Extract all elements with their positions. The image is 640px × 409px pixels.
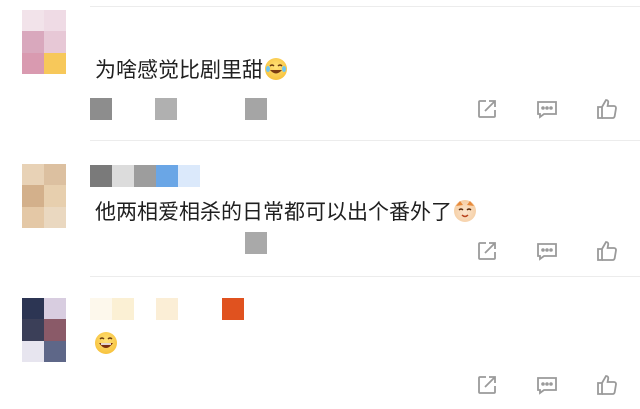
comment-icon	[537, 101, 557, 119]
comment-icon	[537, 377, 557, 395]
comment-item: 他两相爱相杀的日常都可以出个番外了	[0, 140, 640, 275]
share-icon	[478, 242, 496, 260]
comment-icon	[537, 243, 557, 261]
meta-mask	[245, 232, 267, 254]
username-mask[interactable]	[90, 298, 244, 320]
reply-button[interactable]	[532, 238, 562, 264]
comment-text: 为啥感觉比剧里甜	[95, 54, 287, 84]
location-mask	[155, 98, 177, 120]
meta-mask	[245, 98, 267, 120]
comment-text: 他两相爱相杀的日常都可以出个番外了	[95, 196, 476, 226]
comment-text	[95, 332, 117, 354]
timestamp-mask	[90, 98, 112, 120]
like-button[interactable]	[592, 238, 622, 264]
like-button[interactable]	[592, 96, 622, 122]
action-bar	[472, 372, 622, 398]
share-icon	[478, 376, 496, 394]
comment-body: 为啥感觉比剧里甜	[95, 58, 263, 82]
avatar[interactable]	[22, 10, 66, 74]
comment-item: 为啥感觉比剧里甜	[0, 0, 640, 140]
username-mask[interactable]	[90, 165, 200, 187]
action-bar	[472, 96, 622, 122]
share-button[interactable]	[472, 96, 502, 122]
comment-body: 他两相爱相杀的日常都可以出个番外了	[95, 200, 452, 224]
avatar[interactable]	[22, 298, 66, 362]
reply-button[interactable]	[532, 96, 562, 122]
comment-item	[0, 276, 640, 409]
share-button[interactable]	[472, 372, 502, 398]
reply-button[interactable]	[532, 372, 562, 398]
laughing-tears-emoji	[265, 58, 287, 80]
grinning-emoji	[95, 332, 117, 354]
share-icon	[478, 100, 496, 118]
like-button[interactable]	[592, 372, 622, 398]
thumbs-up-icon	[597, 241, 617, 261]
thumbs-up-icon	[597, 375, 617, 395]
cat-face-emoji	[454, 200, 476, 222]
action-bar	[472, 238, 622, 264]
share-button[interactable]	[472, 238, 502, 264]
thumbs-up-icon	[597, 99, 617, 119]
avatar[interactable]	[22, 164, 66, 228]
